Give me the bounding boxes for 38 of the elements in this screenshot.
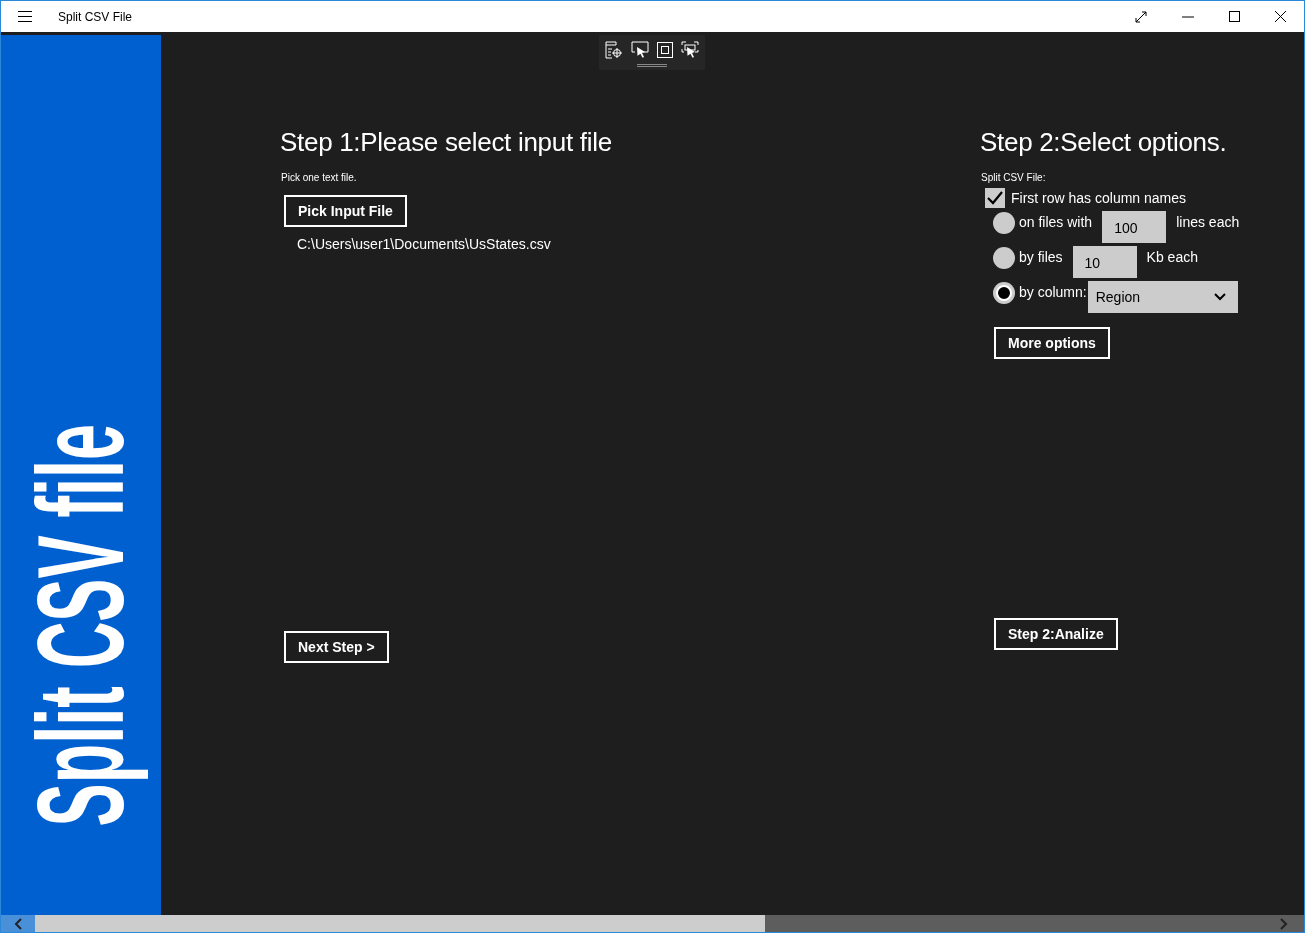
pick-file-button[interactable]: Pick Input File [284,195,407,227]
number-field[interactable]: 10 [1072,246,1137,278]
drag-handle[interactable] [637,64,667,67]
cursor-icon[interactable] [631,41,649,59]
radio-label: by column: [1019,284,1087,300]
chevron-down-icon [1213,293,1226,301]
cursor-frame-icon[interactable] [681,41,699,59]
close-icon[interactable] [1275,11,1286,22]
more-options-button[interactable]: More options [994,327,1110,359]
unit-label: lines each [1176,214,1240,230]
unit-label: Kb each [1146,249,1198,265]
fullscreen-icon[interactable] [1135,10,1147,23]
radio-label: on files with [1019,214,1093,230]
hint-text: Pick one text file. [281,172,357,183]
number-field[interactable]: 100 [1102,211,1167,243]
scrollbar-thumb[interactable] [35,915,765,932]
horizontal-scrollbar[interactable] [1,915,1304,932]
select-element-icon[interactable] [605,41,623,59]
radio-button[interactable] [993,247,1015,269]
radio-button[interactable] [993,282,1015,304]
next-step-button[interactable]: Next Step > [284,631,389,663]
bounds-icon[interactable] [657,42,673,58]
analyze-button[interactable]: Step 2:Analize [994,618,1118,650]
menu-icon[interactable] [18,11,32,22]
step-heading: Step 1:Please select input file [280,127,612,158]
radio-label: by files [1019,249,1063,265]
window-title: Split CSV File [58,9,133,24]
maximize-icon[interactable] [1229,11,1240,22]
column-dropdown[interactable]: Region [1087,281,1238,313]
radio-button[interactable] [993,212,1015,234]
step-heading: Step 2:Select options. [980,127,1227,158]
checkbox[interactable] [985,188,1005,208]
scroll-left-icon[interactable] [14,917,22,930]
minimize-icon[interactable] [1182,15,1194,18]
options-label: Split CSV File: [981,172,1046,183]
file-path: C:\Users\user1\Documents\UsStates.csv [297,236,551,252]
checkbox-label: First row has column names [1011,190,1187,206]
scroll-right-icon[interactable] [1280,917,1288,930]
